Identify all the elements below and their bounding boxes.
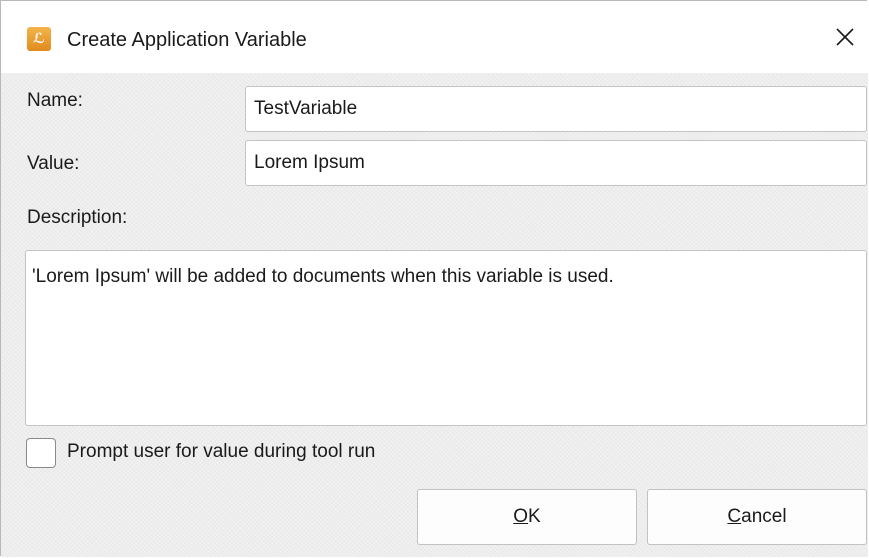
value-input-value: Lorem Ipsum <box>254 152 365 173</box>
name-input[interactable]: TestVariable <box>245 86 867 132</box>
value-input[interactable]: Lorem Ipsum <box>245 140 867 186</box>
name-input-value: TestVariable <box>254 98 358 119</box>
ok-label-rest: K <box>528 506 541 527</box>
prompt-user-checkbox[interactable] <box>26 438 56 468</box>
description-textarea[interactable]: 'Lorem Ipsum' will be added to documents… <box>25 250 867 426</box>
cancel-mnemonic: C <box>727 506 742 527</box>
value-label: Value: <box>27 153 80 174</box>
dialog-title: Create Application Variable <box>67 29 307 51</box>
dialog-body: Name: TestVariable Value: Lorem Ipsum De… <box>1 73 868 557</box>
close-icon <box>836 28 854 46</box>
cancel-button[interactable]: Cancel <box>647 489 867 545</box>
prompt-user-checkbox-label[interactable]: Prompt user for value during tool run <box>67 440 375 464</box>
description-value: 'Lorem Ipsum' will be added to documents… <box>32 266 614 287</box>
title-bar: ℒ Create Application Variable <box>1 1 868 73</box>
close-button[interactable] <box>822 13 868 61</box>
description-label: Description: <box>27 207 128 228</box>
name-label: Name: <box>27 90 83 111</box>
cancel-label-rest: ancel <box>741 506 787 527</box>
ok-mnemonic: O <box>513 506 529 527</box>
app-logo-glyph: ℒ <box>33 31 45 47</box>
ok-button[interactable]: OK <box>417 489 637 545</box>
create-application-variable-dialog: ℒ Create Application Variable Name: Test… <box>0 0 868 557</box>
app-logo-icon: ℒ <box>27 27 51 51</box>
